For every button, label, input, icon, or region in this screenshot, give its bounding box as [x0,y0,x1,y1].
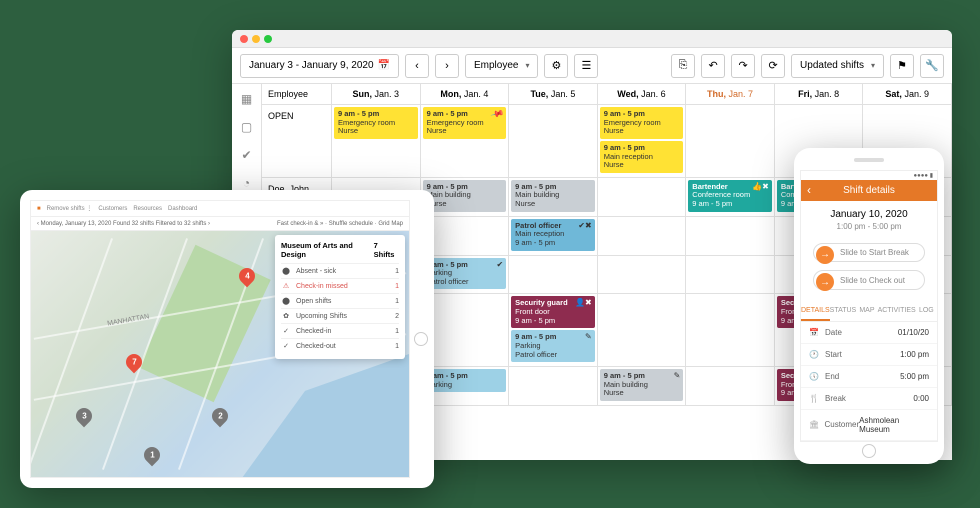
map-pin[interactable]: 2 [209,405,232,428]
shift[interactable]: ✎9 am - 5 pmMain buildingNurse [600,369,684,401]
tab-activities[interactable]: ACTIVITIES [878,302,916,321]
toolbar: January 3 - January 9, 2020📅 ‹ › Employe… [232,48,952,84]
phone-tabs: DETAILSSTATUSMAPACTIVITIESLOG [801,302,937,322]
shift[interactable]: 9 am - 5 pmEmergency roomNurse [600,107,684,139]
map-view[interactable]: MANHATTAN 4 7 3 1 2 Museum of Arts and D… [31,231,409,477]
back-icon[interactable]: ‹ [807,183,811,197]
chart-icon[interactable]: ◔ [243,176,250,190]
popup-row[interactable]: ⬤Absent - sick1 [281,263,399,278]
slide-start-break[interactable]: →Slide to Start Break [813,243,925,263]
col-thu: Thu, Jan. 7 [686,84,775,104]
edit-icon: ✎ [585,332,592,341]
popup-row[interactable]: ⚠Check-in missed1 [281,278,399,293]
shift[interactable]: 👤✖Security guardFront door9 am - 5 pm [511,296,595,328]
tablet-device: ■ Remove shifts ⋮ Customers Resources Da… [20,190,434,488]
arrow-icon: → [816,273,834,291]
gear-icon[interactable]: ⚙ [544,54,568,78]
tab-map[interactable]: MAP [856,302,877,321]
home-button[interactable] [862,444,876,458]
shift[interactable]: 👍✖BartenderConference room9 am - 5 pm [688,180,772,212]
popup-row[interactable]: ✓Checked-in1 [281,323,399,338]
map-pin[interactable]: 1 [141,444,164,467]
col-sun: Sun, Jan. 3 [332,84,421,104]
col-mon: Mon, Jan. 4 [421,84,510,104]
col-sat: Sat, Jan. 9 [863,84,952,104]
shift[interactable]: 9 am - 5 pmMain buildingNurse [511,180,595,212]
grid-view-icon[interactable]: ▦ [241,92,252,106]
wrench-icon[interactable]: 🔧 [920,54,944,78]
approve-icon[interactable]: ✔ [241,148,251,162]
check-icon: ✔✖ [578,221,591,230]
shift[interactable]: 9 am - 5 pmEmergency roomNurse [334,107,418,139]
status-bar: ●●●● ▮ [801,171,937,180]
shift-date: January 10, 2020 [801,201,937,222]
filter-select[interactable]: Updated shifts [791,54,884,78]
person-icon: 👤✖ [575,298,592,307]
shift-time: 1:00 pm - 5:00 pm [801,222,937,231]
detail-row: 🕐Start1:00 pm [801,344,937,366]
popup-row[interactable]: ⬤Open shifts1 [281,293,399,308]
col-wed: Wed, Jan. 6 [598,84,687,104]
home-button[interactable] [414,332,428,346]
copy-icon[interactable]: ⎘ [671,54,695,78]
col-tue: Tue, Jan. 5 [509,84,598,104]
thumbs-icon: 👍✖ [752,182,769,191]
detail-row: 📅Date01/10/20 [801,322,937,344]
next-week-button[interactable]: › [435,54,459,78]
shift[interactable]: 9 am - 5 pmParking [423,369,507,392]
shift[interactable]: 9 am - 5 pmMain buildingNurse [423,180,507,212]
prev-week-button[interactable]: ‹ [405,54,429,78]
detail-row: 🕔End5:00 pm [801,366,937,388]
calendar-icon: 📅 [378,60,390,71]
sync-icon[interactable]: ⟳ [761,54,785,78]
min-dot[interactable] [252,35,260,43]
col-fri: Fri, Jan. 8 [775,84,864,104]
max-dot[interactable] [264,35,272,43]
tab-status[interactable]: STATUS [830,302,857,321]
col-employee: Employee [262,84,332,104]
detail-row: 🍴Break0:00 [801,388,937,410]
shift[interactable]: 9 am - 5 pmMain receptionNurse [600,141,684,173]
shift[interactable]: ✎9 am - 5 pmParkingPatrol officer [511,330,595,362]
shift[interactable]: ✔9 am - 5 pmParkingPatrol officer [423,258,507,290]
close-dot[interactable] [240,35,248,43]
slide-check-out[interactable]: →Slide to Check out [813,270,925,290]
window-chrome [232,30,952,48]
popup-row[interactable]: ✓Checked-out1 [281,338,399,353]
tablet-subbar: ‹ Monday, January 13, 2020 Found 32 shif… [31,217,409,231]
detail-row: 🏛CustomerAshmolean Museum [801,410,937,441]
phone-header: ‹ Shift details [801,180,937,201]
map-pin[interactable]: 3 [73,405,96,428]
view-by-select[interactable]: Employee [465,54,538,78]
date-range-picker[interactable]: January 3 - January 9, 2020📅 [240,54,399,78]
popup-row[interactable]: ✿Upcoming Shifts2 [281,308,399,323]
calendar-view-icon[interactable]: ▢ [241,120,252,134]
map-pin[interactable]: 7 [122,351,145,374]
map-popup: Museum of Arts and Design7 Shifts ⬤Absen… [275,235,405,359]
tablet-topbar: ■ Remove shifts ⋮ Customers Resources Da… [31,201,409,217]
list-icon[interactable]: ☰ [574,54,598,78]
check-icon: ✔ [496,260,503,269]
undo-icon[interactable]: ↶ [701,54,725,78]
tab-details[interactable]: DETAILS [801,302,830,321]
arrow-icon: → [816,246,834,264]
filter-icon[interactable]: ⚑ [890,54,914,78]
shift[interactable]: ✔✖Patrol officerMain reception9 am - 5 p… [511,219,595,251]
phone-device: ●●●● ▮ ‹ Shift details January 10, 2020 … [794,148,944,464]
shift[interactable]: 📌9 am - 5 pmEmergency roomNurse [423,107,507,139]
edit-icon: ✎ [674,371,681,380]
tab-log[interactable]: LOG [916,302,937,321]
redo-icon[interactable]: ↷ [731,54,755,78]
